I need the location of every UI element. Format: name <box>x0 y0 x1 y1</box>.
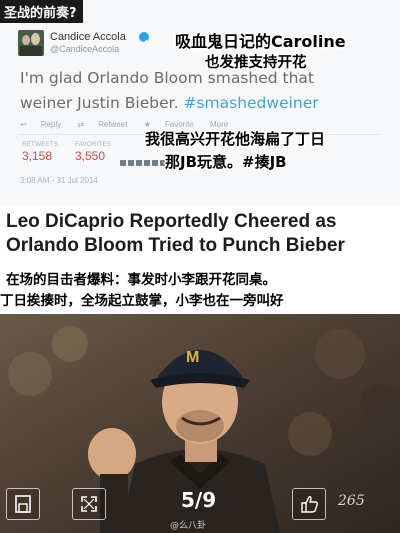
tweet-hashtag[interactable]: #smashedweiner <box>183 94 318 112</box>
page-counter: 5/9 <box>181 488 217 512</box>
tweet-text: I'm glad Orlando Bloom smashed that wein… <box>20 66 340 116</box>
retweets-label: RETWEETS <box>22 141 59 148</box>
retweet-action[interactable]: Retweet <box>98 120 127 129</box>
thumbs-up-icon <box>301 496 319 513</box>
tweet-timestamp: 3:08 AM - 31 Jul 2014 <box>20 176 98 185</box>
tweet-handle[interactable]: @CandiceAccola <box>50 44 119 54</box>
svg-text:M: M <box>186 349 199 366</box>
favorites-label: FAVORITES <box>75 141 111 148</box>
caption-comment-line2: 那JB玩意。#揍JB <box>165 153 287 171</box>
retweets-count[interactable]: 3,158 <box>22 149 52 163</box>
like-button[interactable] <box>292 488 326 520</box>
avatar[interactable] <box>18 30 44 56</box>
like-count: 265 <box>338 493 365 509</box>
watermark: @么八卦 <box>170 521 207 531</box>
title-tag: 圣战的前奏? <box>0 0 83 23</box>
verified-icon <box>139 32 149 46</box>
article-headline[interactable]: Leo DiCaprio Reportedly Cheered as Orlan… <box>6 210 398 258</box>
save-button[interactable] <box>6 488 40 520</box>
favorites-count[interactable]: 3,550 <box>75 149 105 163</box>
retweet-icon[interactable]: ⇄ <box>77 120 84 129</box>
fullscreen-button[interactable] <box>72 488 106 520</box>
caption-caroline-line1: 吸血鬼日记的Caroline <box>175 32 346 51</box>
reply-action[interactable]: Reply <box>41 120 61 129</box>
save-icon <box>15 495 31 513</box>
fullscreen-icon <box>81 496 97 512</box>
reply-icon[interactable]: ↩ <box>20 120 27 129</box>
tweet-author-name[interactable]: Candice Accola <box>50 31 126 43</box>
caption-comment-line1: 我很高兴开花他海扁了丁日 <box>145 130 326 148</box>
caption-witness-line2: 丁日挨揍时，全场起立鼓掌，小李也在一旁叫好 <box>0 293 284 309</box>
caption-witness-line1: 在场的目击者爆料：事发时小李跟开花同桌。 <box>6 272 276 288</box>
caption-caroline-line2: 也发推支持开花 <box>205 55 307 71</box>
